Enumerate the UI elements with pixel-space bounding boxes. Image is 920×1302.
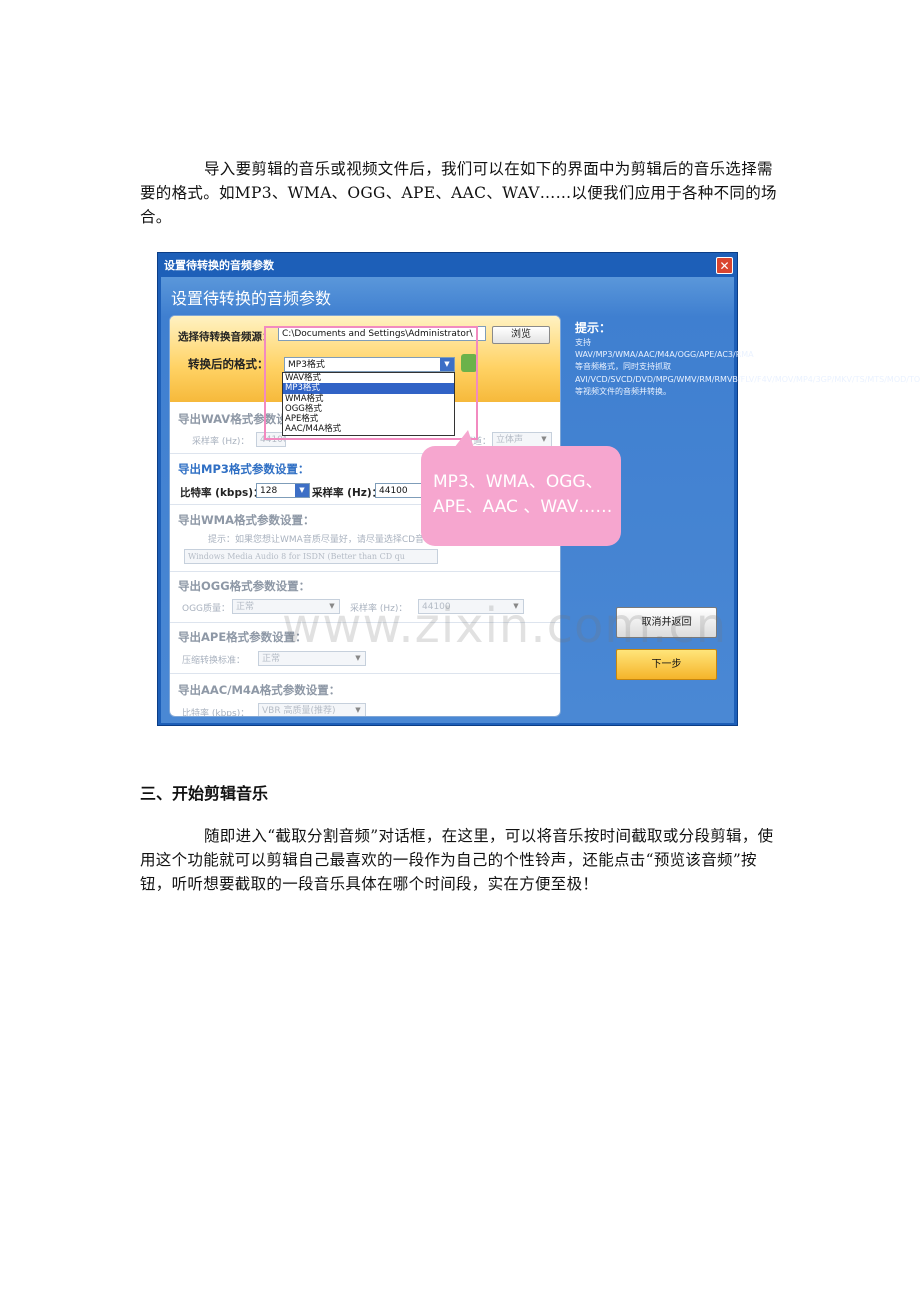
format-label: 转换后的格式： — [188, 357, 269, 371]
dialog-heading: 设置待转换的音频参数 — [171, 289, 332, 308]
mp3-section-heading: 导出MP3格式参数设置： — [178, 462, 310, 476]
browse-button[interactable]: 浏览 — [492, 326, 550, 344]
intro-text: 导入要剪辑的音乐或视频文件后，我们可以在如下的界面中为剪辑后的音乐选择需要的格式… — [140, 160, 777, 226]
wav-channel-select[interactable]: 立体声 ▼ — [492, 432, 552, 447]
aac-bitrate-select[interactable]: VBR 高质量(推荐) ▼ — [258, 703, 366, 716]
divider — [170, 673, 560, 674]
wma-tip: 提示：如果您想让WMA音质尽量好，请尽量选择CD音 — [208, 535, 425, 545]
divider — [170, 571, 560, 572]
aac-bitrate-value: VBR 高质量(推荐) — [262, 706, 336, 716]
tip-text: 支持WAV/MP3/WMA/AAC/M4A/OGG/APE/AC3/RMA等音频… — [575, 338, 920, 396]
watermark: www.zixin.com.cn — [282, 598, 728, 654]
wma-profile-select[interactable]: Windows Media Audio 8 for ISDN (Better t… — [184, 549, 438, 564]
dialog-title: 设置待转换的音频参数 — [164, 259, 274, 272]
chevron-down-icon[interactable]: ▼ — [351, 704, 365, 716]
source-label: 选择待转换音频源： — [178, 331, 273, 343]
ogg-section-heading: 导出OGG格式参数设置： — [178, 579, 311, 593]
wav-channel-value: 立体声 — [496, 435, 524, 445]
ape-level-value: 正常 — [262, 654, 281, 664]
close-icon[interactable]: ✕ — [716, 257, 733, 274]
wma-section-heading: 导出WMA格式参数设置： — [178, 513, 315, 527]
wav-rate-label: 采样率 (Hz)： — [192, 437, 250, 447]
aac-section-heading: 导出AAC/M4A格式参数设置： — [178, 683, 341, 697]
mp3-bitrate-value: 128 — [260, 486, 278, 496]
ape-level-label: 压缩转换标准： — [182, 656, 246, 666]
mp3-bitrate-label: 比特率 (kbps)： — [180, 487, 264, 499]
chevron-down-icon[interactable]: ▼ — [295, 484, 309, 497]
highlight-box — [264, 326, 478, 440]
body-text: 随即进入“截取分割音频”对话框，在这里，可以将音乐按时间截取或分段剪辑，使用这个… — [140, 827, 774, 893]
section-heading: 三、开始剪辑音乐 — [140, 784, 269, 803]
ogg-quality-label: OGG质量： — [182, 604, 231, 614]
body-paragraph: 随即进入“截取分割音频”对话框，在这里，可以将音乐按时间截取或分段剪辑，使用这个… — [140, 824, 782, 896]
mp3-rate-label: 采样率 (Hz)： — [312, 487, 383, 499]
ogg-quality-value: 正常 — [236, 602, 255, 612]
intro-paragraph: 导入要剪辑的音乐或视频文件后，我们可以在如下的界面中为剪辑后的音乐选择需要的格式… — [140, 157, 782, 229]
callout-text: MP3、WMA、OGG、APE、AAC 、WAV…… — [433, 472, 613, 517]
aac-bitrate-label: 比特率 (kbps)： — [182, 709, 250, 717]
chevron-down-icon[interactable]: ▼ — [537, 433, 551, 446]
mp3-bitrate-select[interactable]: 128 ▼ — [256, 483, 310, 498]
tip-title: 提示： — [575, 321, 612, 335]
